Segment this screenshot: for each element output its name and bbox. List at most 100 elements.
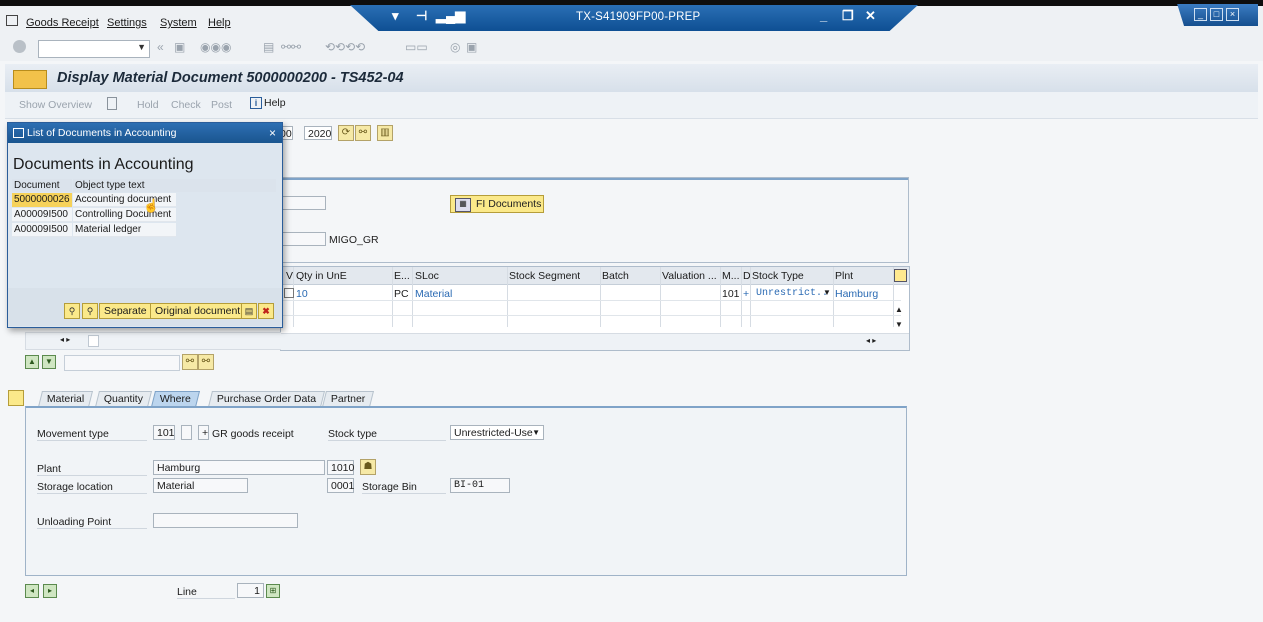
unloading-point-field[interactable] [153, 513, 298, 528]
menu-settings[interactable]: Settings [107, 17, 147, 29]
dropdown-icon[interactable]: ▾ [392, 8, 399, 24]
tab-quantity[interactable]: Quantity [95, 391, 153, 407]
menu-system[interactable]: System [160, 17, 197, 29]
cell-plant[interactable]: Hamburg [835, 288, 878, 300]
chevron-down-icon[interactable]: ▼ [137, 42, 146, 52]
maximize-icon[interactable]: □ [1210, 8, 1223, 21]
hold-button[interactable]: Hold [137, 99, 159, 111]
next-item-icon[interactable]: ▸ [43, 584, 57, 598]
list-item-document[interactable]: A00009I500 [12, 223, 72, 237]
help-button[interactable]: i Help [250, 97, 286, 109]
col-divider [660, 267, 661, 327]
col-stock-type[interactable]: Stock Type [752, 270, 804, 282]
choose-icon[interactable]: ⚲ [64, 303, 80, 319]
details-icon[interactable]: ⚲ [82, 303, 98, 319]
separate-button[interactable]: Separate [99, 303, 152, 319]
scroll-down-icon[interactable]: ▼ [895, 320, 903, 329]
documents-icon: ▦ [455, 198, 471, 212]
col-plant[interactable]: Plnt [835, 270, 853, 282]
row-checkbox[interactable] [284, 288, 294, 298]
scroll-thumb[interactable] [88, 335, 99, 347]
cell-sloc[interactable]: Material [415, 288, 452, 300]
list-item-document[interactable]: A00009I500 [12, 208, 72, 222]
header-field-1[interactable] [280, 196, 326, 210]
grid-icon[interactable]: ▥ [377, 125, 393, 141]
show-overview-button[interactable]: Show Overview [19, 99, 92, 111]
cell-qty[interactable]: 10 [296, 288, 308, 300]
list-item-type[interactable]: Accounting document [73, 193, 176, 207]
restore-icon[interactable]: ❐ [842, 8, 854, 24]
post-button[interactable]: Post [211, 99, 232, 111]
scroll-up-icon[interactable]: ▲ [895, 305, 903, 314]
table-scrollbar-left[interactable]: ◂ ▸ [25, 332, 281, 350]
menu-help[interactable]: Help [208, 17, 231, 29]
detail-toggle-icon[interactable] [8, 390, 24, 406]
minimize-icon[interactable]: _ [820, 8, 827, 23]
cell-stock-type[interactable]: Unrestrict.. [756, 288, 828, 299]
tab-where[interactable]: Where [151, 391, 200, 407]
movement-sign-field[interactable]: + [198, 425, 209, 440]
storage-bin-field[interactable]: BI-01 [450, 478, 510, 493]
execute-icon[interactable]: ⟳ [338, 125, 354, 141]
column-settings-icon[interactable] [894, 269, 907, 282]
enter-icon[interactable] [13, 40, 26, 53]
filter-icon[interactable]: ▼ [42, 355, 56, 369]
find-icon[interactable]: ⚯ [355, 125, 371, 141]
scroll-left-right-icon[interactable]: ◂ ▸ [866, 336, 876, 345]
storage-location-field[interactable]: Material [153, 478, 248, 493]
stock-type-select[interactable]: Unrestricted-Use ▼ [450, 425, 544, 440]
col-sloc[interactable]: SLoc [415, 270, 439, 282]
close-icon[interactable]: × [269, 123, 276, 143]
cancel-icon[interactable]: ✖ [258, 303, 274, 319]
check-button[interactable]: Check [171, 99, 201, 111]
plant-code-field[interactable]: 1010 [327, 460, 354, 475]
movement-type-extra-field[interactable] [181, 425, 192, 440]
close-icon[interactable]: ✕ [865, 8, 876, 24]
command-field[interactable]: ▼ [38, 40, 150, 58]
list-item-document[interactable]: 5000000026 [12, 193, 72, 207]
original-document-button[interactable]: Original document [150, 303, 246, 319]
previous-item-icon[interactable]: ◂ [25, 584, 39, 598]
plant-address-icon[interactable]: ☗ [360, 459, 376, 475]
pin-icon[interactable]: ⊣ [416, 8, 427, 24]
go-to-line-icon[interactable]: ⊞ [266, 584, 280, 598]
menu-goods-receipt[interactable]: Goods Receipt [26, 17, 99, 29]
col-valuation[interactable]: Valuation ... [662, 270, 717, 282]
menu-icon[interactable] [6, 15, 18, 26]
fi-documents-button[interactable]: ▦ FI Documents [450, 195, 544, 213]
chevron-down-icon[interactable]: ▼ [532, 426, 540, 440]
find-next-icon[interactable]: ⚯ [198, 354, 214, 370]
col-qty[interactable]: Qty in UnE [296, 270, 347, 282]
list-item-type[interactable]: Material ledger [73, 223, 176, 237]
plant-field[interactable]: Hamburg [153, 460, 325, 475]
col-object-type-text[interactable]: Object type text [73, 179, 276, 192]
tab-material[interactable]: Material [38, 391, 94, 407]
stock-type-dropdown-icon[interactable]: ▼ [823, 288, 831, 297]
line-field[interactable]: 1 [237, 583, 264, 598]
minimize-icon[interactable]: _ [1194, 8, 1207, 21]
col-v[interactable]: V [286, 270, 293, 282]
print-icon[interactable]: ▤ [241, 303, 257, 319]
storage-location-code-field[interactable]: 0001 [327, 478, 354, 493]
header-field-2[interactable] [280, 232, 326, 246]
label-underline [37, 440, 147, 441]
list-item-type[interactable]: Controlling Document [73, 208, 176, 222]
col-unit[interactable]: E... [394, 270, 410, 282]
col-document[interactable]: Document [12, 179, 72, 192]
scroll-left-right-icon[interactable]: ◂ ▸ [60, 335, 70, 344]
movement-type-field[interactable]: 101 [153, 425, 175, 440]
tab-purchase-order-data[interactable]: Purchase Order Data [208, 391, 326, 407]
col-batch[interactable]: Batch [602, 270, 629, 282]
close-icon[interactable]: × [1226, 8, 1239, 21]
horizontal-scrollbar[interactable]: ◂ ▸ [281, 333, 909, 350]
sort-ascending-icon[interactable]: ▲ [25, 355, 39, 369]
find-icon[interactable]: ⚯ [182, 354, 198, 370]
col-stock-segment[interactable]: Stock Segment [509, 270, 580, 282]
menu-icon[interactable] [13, 70, 47, 89]
tab-partner[interactable]: Partner [322, 391, 375, 407]
table-search-input[interactable] [64, 355, 180, 371]
unloading-point-label: Unloading Point [37, 516, 112, 528]
col-movement[interactable]: M... [722, 270, 740, 282]
year-field[interactable]: 2020 [304, 126, 332, 140]
new-document-icon[interactable] [107, 97, 117, 110]
